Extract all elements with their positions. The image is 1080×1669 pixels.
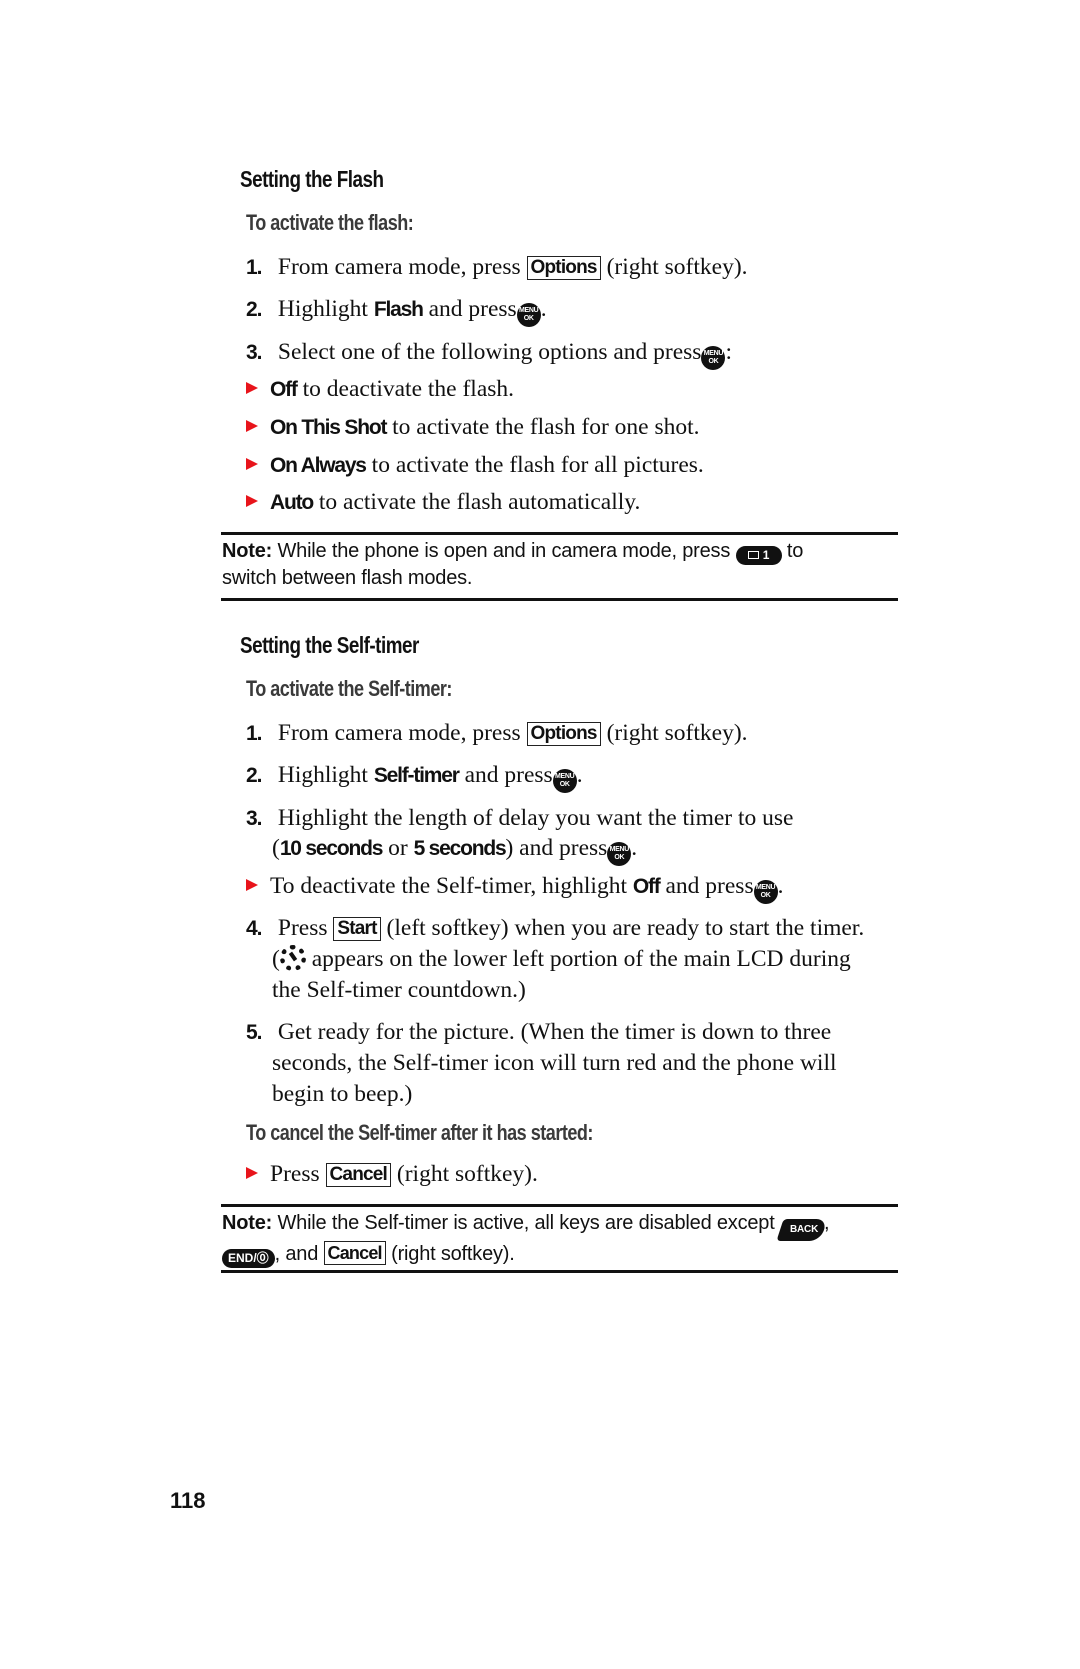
- menu-ok-key-icon: MENU OK: [552, 769, 577, 793]
- selftimer-step-5: 5. Get ready for the picture. (When the …: [246, 1019, 832, 1045]
- selftimer-step-4-line3: the Self-timer countdown.): [272, 977, 526, 1003]
- selftimer-step-4: 4. Press Start (left softkey) when you a…: [246, 915, 865, 941]
- bullet-arrow-icon: [246, 420, 258, 432]
- flash-step-2: 2. Highlight Flash and press MENU OK.: [246, 294, 547, 327]
- menu-ok-key-icon: MENU OK: [701, 346, 726, 370]
- envelope-icon: [747, 551, 759, 559]
- back-key-icon: BACK: [776, 1219, 828, 1241]
- start-softkey: Start: [333, 917, 381, 941]
- menu-ok-key-icon: MENU OK: [753, 880, 778, 904]
- section-heading-flash: Setting the Flash: [240, 166, 384, 192]
- cancel-softkey: Cancel: [323, 1241, 386, 1265]
- flash-note: Note: While the phone is open and in cam…: [222, 540, 804, 589]
- note-bottom-rule: [221, 1270, 898, 1273]
- flash-step-1: 1. From camera mode, press Options (righ…: [246, 254, 748, 280]
- note-top-rule: [221, 532, 898, 535]
- selftimer-step-3: 3. Highlight the length of delay you wan…: [246, 805, 794, 831]
- selftimer-note: Note: While the Self-timer is active, al…: [222, 1210, 898, 1268]
- menu-ok-key-icon: MENU OK: [607, 842, 632, 866]
- flash-option-auto: Auto to activate the flash automatically…: [246, 487, 640, 518]
- selftimer-step-3-cont: (10 seconds or 5 seconds) and press MENU O…: [272, 833, 637, 866]
- selftimer-step-2: 2. Highlight Self-timer and press MENU OK.: [246, 760, 583, 793]
- menu-ok-key-icon: MENU OK: [516, 303, 541, 327]
- section-heading-selftimer: Setting the Self-timer: [240, 632, 419, 658]
- deactivate-selftimer-bullet: To deactivate the Self-timer, highlight …: [246, 871, 783, 904]
- selftimer-step-4-line2: ( appears on the lower left portion of t…: [272, 945, 851, 972]
- flash-step-3: 3. Select one of the following options a…: [246, 337, 732, 370]
- options-softkey: Options: [526, 722, 601, 746]
- selftimer-step-1: 1. From camera mode, press Options (righ…: [246, 720, 748, 746]
- options-softkey: Options: [526, 256, 601, 280]
- bullet-arrow-icon: [246, 382, 258, 394]
- end-power-key-icon: END/⓪: [222, 1249, 275, 1268]
- flash-option-off: Off to deactivate the flash.: [246, 374, 514, 405]
- bullet-arrow-icon: [246, 495, 258, 507]
- bullet-arrow-icon: [246, 1167, 258, 1179]
- selftimer-step-5-line2: seconds, the Self-timer icon will turn r…: [272, 1050, 837, 1076]
- page-number: 118: [170, 1488, 206, 1513]
- note-top-rule: [221, 1204, 898, 1207]
- subheading-activate-flash: To activate the flash:: [246, 210, 414, 235]
- subheading-cancel-selftimer: To cancel the Self-timer after it has st…: [246, 1120, 593, 1145]
- flash-option-on-this-shot: On This Shot to activate the flash for o…: [246, 412, 700, 443]
- self-timer-icon: [279, 945, 306, 971]
- envelope-1-key-icon: 1: [735, 546, 782, 565]
- cancel-softkey: Cancel: [325, 1163, 392, 1187]
- flash-option-on-always: On Always to activate the flash for all …: [246, 450, 704, 481]
- bullet-arrow-icon: [246, 458, 258, 470]
- subheading-activate-selftimer: To activate the Self-timer:: [246, 676, 452, 701]
- note-bottom-rule: [221, 598, 898, 601]
- cancel-selftimer-bullet: Press Cancel (right softkey).: [246, 1159, 538, 1190]
- selftimer-step-5-line3: begin to beep.): [272, 1081, 413, 1107]
- bullet-arrow-icon: [246, 879, 258, 891]
